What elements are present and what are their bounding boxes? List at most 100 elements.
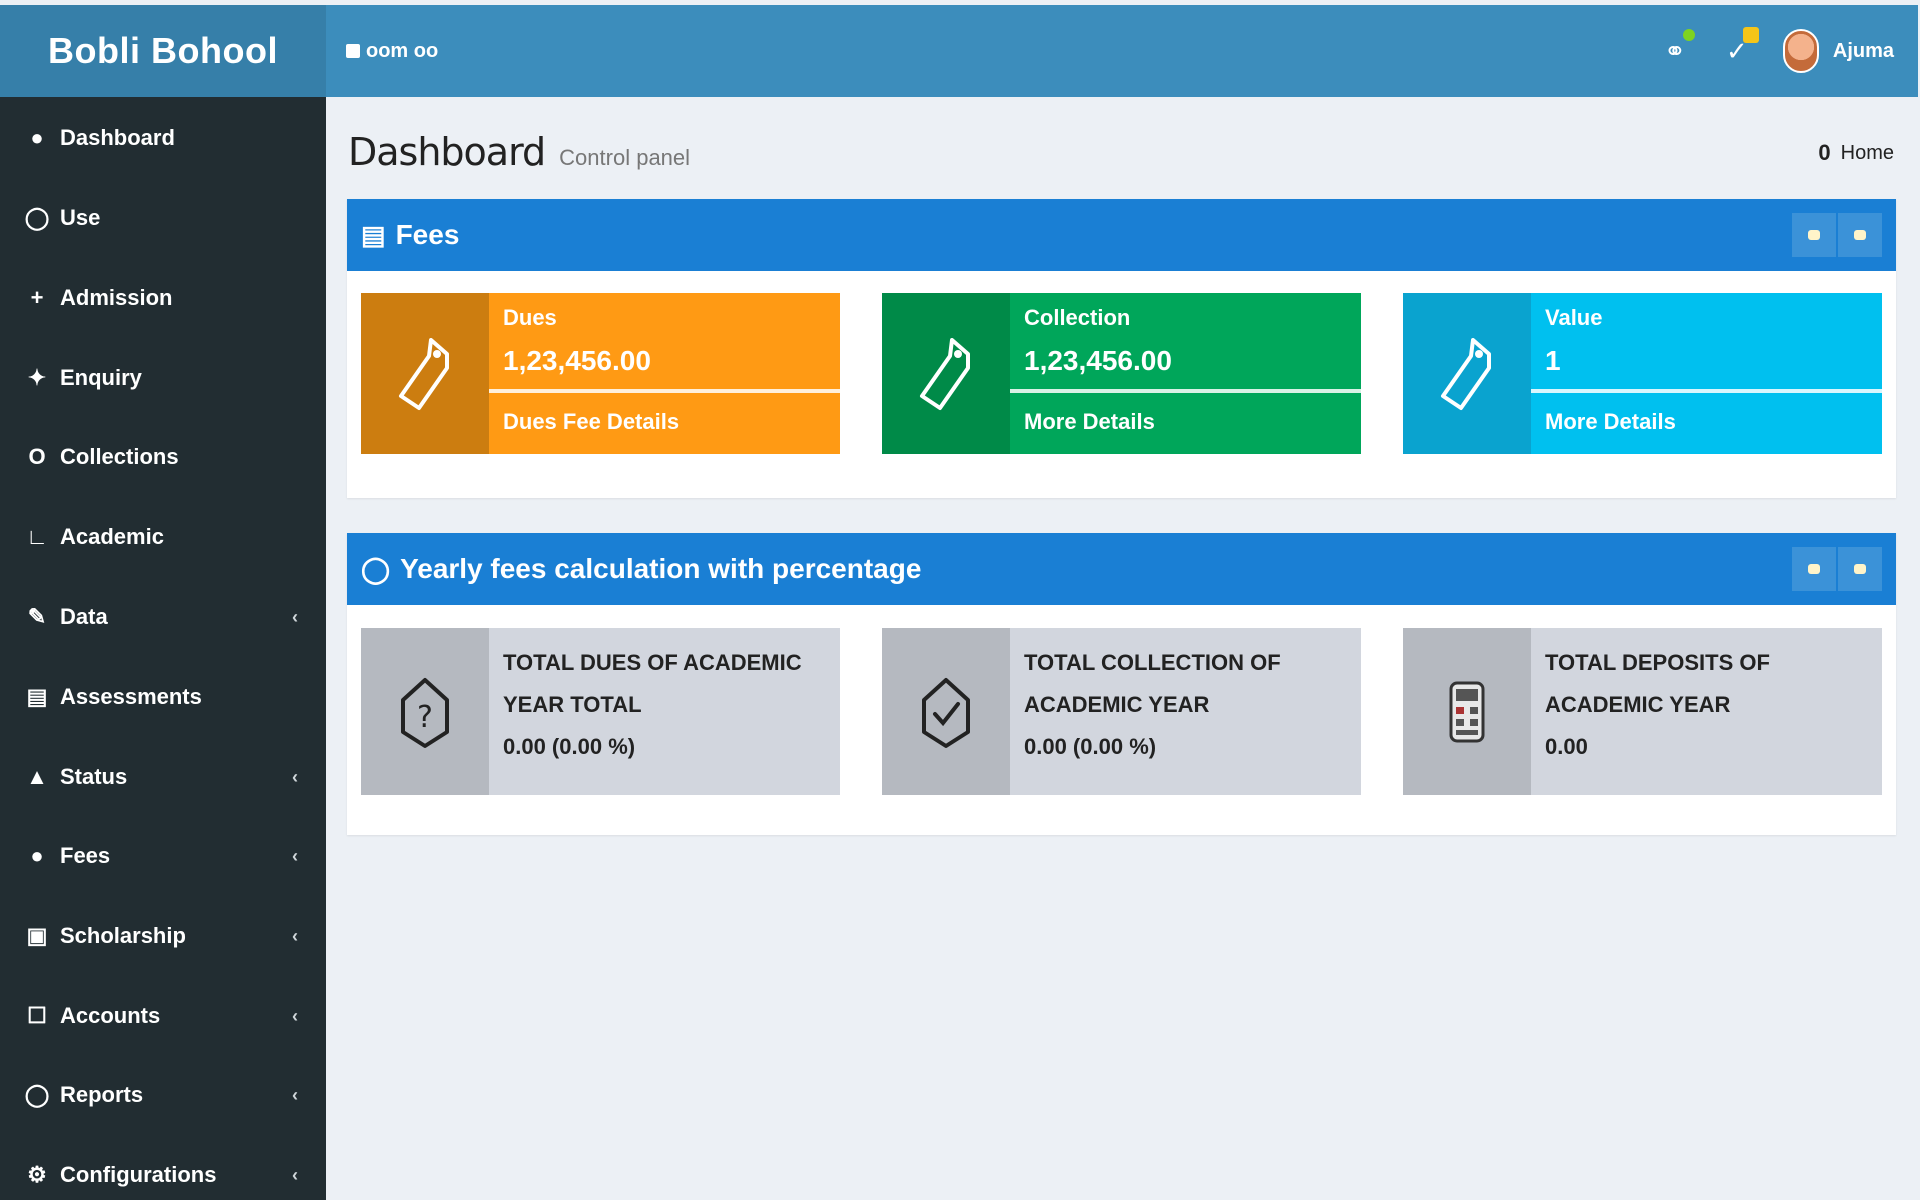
box-header-icon: ▤ xyxy=(361,219,386,250)
sidebar-item-configurations[interactable]: ⚙ Configurations ‹ xyxy=(0,1145,326,1200)
info-title: TOTAL COLLECTION OF ACADEMIC YEAR xyxy=(1024,650,1281,717)
sidebar-item-reports[interactable]: ◯ Reports ‹ xyxy=(0,1065,326,1125)
tile-value: 1,23,456.00 xyxy=(1024,345,1172,376)
sidebar-item-label: Use xyxy=(60,205,101,230)
sidebar-item-label: Accounts xyxy=(60,1003,161,1028)
remove-button[interactable] xyxy=(1838,213,1882,257)
tile-footer-link[interactable]: More Details xyxy=(1531,393,1882,454)
sidebar-item-label: Enquiry xyxy=(60,365,142,390)
sidebar: ● Dashboard ◯ Use + Admission ✦ Enquiry … xyxy=(0,97,326,1200)
svg-text:?: ? xyxy=(417,700,433,735)
sidebar-item-academic[interactable]: ∟ Academic xyxy=(0,507,326,567)
yearly-fees-box: ◯ Yearly fees calculation with percentag… xyxy=(347,533,1896,835)
menu-toggle-label: oom oo xyxy=(366,39,439,62)
accounts-icon: ☐ xyxy=(27,1003,47,1028)
user-name: Ajuma xyxy=(1832,39,1894,62)
total-dues-tile: ? TOTAL DUES OF ACADEMIC YEAR TOTAL 0.00… xyxy=(361,628,840,795)
page-title: Dashboard xyxy=(348,130,546,174)
top-navbar: Bobli Bohool oom oo ⚭ ✓ Ajuma xyxy=(0,5,1918,97)
tasks-button[interactable]: ✓ xyxy=(1721,27,1759,67)
tasks-badge xyxy=(1742,27,1759,43)
dues-tile[interactable]: Dues 1,23,456.00 Dues Fee Details xyxy=(361,293,840,454)
question-icon: ? xyxy=(361,628,489,795)
info-title: TOTAL DEPOSITS OF ACADEMIC YEAR xyxy=(1545,650,1770,717)
info-value: 0.00 xyxy=(1545,734,1588,759)
sidebar-item-data[interactable]: ✎ Data ‹ xyxy=(0,587,326,647)
fees-box-title: Fees xyxy=(395,219,460,250)
info-title: TOTAL DUES OF ACADEMIC YEAR TOTAL xyxy=(503,650,802,717)
user-menu[interactable]: Ajuma xyxy=(1782,29,1894,73)
brand-logo[interactable]: Bobli Bohool xyxy=(0,5,326,97)
sidebar-item-scholarship[interactable]: ▣ Scholarship ‹ xyxy=(0,906,326,966)
value-tile[interactable]: Value 1 More Details xyxy=(1403,293,1882,454)
sidebar-toggle-button[interactable]: oom oo xyxy=(346,37,438,65)
pencil-icon: ✎ xyxy=(27,604,47,629)
tile-label: Value xyxy=(1545,305,1603,330)
sidebar-item-assessments[interactable]: ▤ Assessments xyxy=(0,667,326,727)
bell-icon: ⚭ xyxy=(1663,35,1686,66)
minus-icon xyxy=(1808,230,1820,240)
calculator-icon xyxy=(1403,628,1531,795)
chevron-left-icon: ‹ xyxy=(292,1084,298,1105)
info-value: 0.00 (0.00 %) xyxy=(503,734,636,759)
yearly-fees-box-header: ◯ Yearly fees calculation with percentag… xyxy=(347,533,1896,605)
clipboard-icon: ▤ xyxy=(26,684,48,709)
sidebar-item-enquiry[interactable]: ✦ Enquiry xyxy=(0,348,326,408)
sidebar-item-label: Fees xyxy=(60,843,111,868)
tag-icon xyxy=(361,293,489,454)
content-header: Dashboard Control panel xyxy=(348,130,690,174)
yearly-fees-box-title: Yearly fees calculation with percentage xyxy=(400,553,922,584)
chevron-left-icon: ‹ xyxy=(292,845,298,866)
notifications-button[interactable]: ⚭ xyxy=(1659,29,1695,67)
sidebar-item-label: Academic xyxy=(60,524,164,549)
sidebar-item-status[interactable]: ▲ Status ‹ xyxy=(0,747,326,807)
sidebar-item-label: Dashboard xyxy=(60,125,175,150)
sidebar-item-dashboard[interactable]: ● Dashboard xyxy=(0,108,326,168)
dashboard-icon: ● xyxy=(30,125,44,150)
sidebar-item-label: Assessments xyxy=(60,684,202,709)
tile-label: Collection xyxy=(1024,305,1131,330)
tag-icon xyxy=(882,293,1010,454)
collapse-button[interactable] xyxy=(1792,547,1836,591)
sidebar-item-fees[interactable]: ● Fees ‹ xyxy=(0,826,326,886)
chevron-left-icon: ‹ xyxy=(292,1164,298,1185)
sidebar-item-label: Status xyxy=(60,764,128,789)
enquiry-icon: ✦ xyxy=(27,365,47,390)
check-icon xyxy=(882,628,1010,795)
sidebar-item-label: Collections xyxy=(60,444,179,469)
chevron-left-icon: ‹ xyxy=(292,606,298,627)
minus-icon xyxy=(1808,564,1820,574)
avatar xyxy=(1782,29,1819,73)
sidebar-item-accounts[interactable]: ☐ Accounts ‹ xyxy=(0,986,326,1046)
remove-button[interactable] xyxy=(1838,547,1882,591)
tile-footer-link[interactable]: More Details xyxy=(1010,393,1361,454)
collapse-button[interactable] xyxy=(1792,213,1836,257)
settings-icon: ⚙ xyxy=(27,1162,47,1187)
report-icon: ◯ xyxy=(24,1082,50,1107)
sidebar-item-label: Configurations xyxy=(60,1162,217,1187)
breadcrumb[interactable]: 0 Home xyxy=(1818,140,1894,166)
sidebar-item-label: Reports xyxy=(60,1082,144,1107)
sidebar-item-label: Data xyxy=(60,604,108,629)
sidebar-item-collections[interactable]: O Collections xyxy=(0,427,326,487)
total-deposits-tile: TOTAL DEPOSITS OF ACADEMIC YEAR 0.00 xyxy=(1403,628,1882,795)
tile-label: Dues xyxy=(503,305,557,330)
close-icon xyxy=(1854,564,1866,574)
tile-value: 1 xyxy=(1545,345,1561,376)
money-icon: ● xyxy=(30,843,44,868)
collection-tile[interactable]: Collection 1,23,456.00 More Details xyxy=(882,293,1361,454)
tag-icon xyxy=(1403,293,1531,454)
academic-icon: ∟ xyxy=(26,524,48,549)
notification-dot xyxy=(1682,29,1695,41)
sidebar-item-use[interactable]: ◯ Use xyxy=(0,188,326,248)
tile-footer-link[interactable]: Dues Fee Details xyxy=(489,393,840,454)
tile-value: 1,23,456.00 xyxy=(503,345,651,376)
sidebar-item-admission[interactable]: + Admission xyxy=(0,268,326,328)
close-icon xyxy=(1854,230,1866,240)
info-value: 0.00 (0.00 %) xyxy=(1024,734,1157,759)
box-tools xyxy=(1792,547,1882,591)
fees-box-header: ▤ Fees xyxy=(347,199,1896,271)
home-icon: 0 xyxy=(1818,140,1831,165)
chevron-left-icon: ‹ xyxy=(292,766,298,787)
breadcrumb-home-link[interactable]: Home xyxy=(1841,142,1894,165)
